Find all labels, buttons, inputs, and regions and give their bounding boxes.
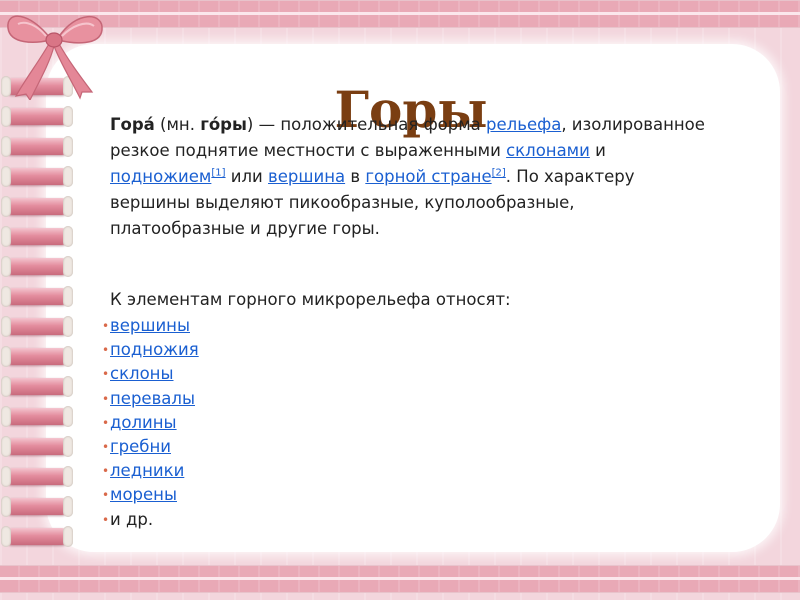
link-relief[interactable]: рельефа bbox=[486, 115, 561, 134]
text-fragment: (мн. bbox=[154, 115, 201, 134]
list-item-link[interactable]: морены bbox=[110, 485, 177, 504]
list-item: •перевалы bbox=[102, 387, 199, 411]
link-foot[interactable]: подножием bbox=[110, 167, 211, 186]
bullet-icon: • bbox=[102, 512, 110, 527]
list-item-link[interactable]: склоны bbox=[110, 364, 174, 383]
bullet-icon: • bbox=[102, 415, 110, 430]
text-fragment: и bbox=[589, 141, 606, 160]
ribbon-loop bbox=[1, 136, 73, 157]
list-item: •долины bbox=[102, 411, 199, 435]
bullet-icon: • bbox=[102, 440, 110, 455]
bullet-icon: • bbox=[102, 367, 110, 382]
link-peak[interactable]: вершина bbox=[268, 167, 345, 186]
ribbon-loop bbox=[1, 526, 73, 547]
bullet-icon: • bbox=[102, 464, 110, 479]
list-item: •ледники bbox=[102, 459, 199, 483]
term-text: Гора́ bbox=[110, 115, 155, 134]
text-fragment: в bbox=[345, 167, 366, 186]
list-item-link[interactable]: подножия bbox=[110, 340, 199, 359]
top-ribbon-band bbox=[0, 0, 800, 28]
bullet-icon: • bbox=[102, 343, 110, 358]
text-fragment: ) — положительная форма bbox=[246, 115, 487, 134]
list-item-text: и др. bbox=[110, 509, 154, 529]
ribbon-loop bbox=[1, 496, 73, 517]
list-item-link[interactable]: гребни bbox=[110, 437, 171, 456]
bullet-icon: • bbox=[102, 391, 110, 406]
list-item: •склоны bbox=[102, 362, 199, 386]
list-item: •морены bbox=[102, 483, 199, 507]
bullet-icon: • bbox=[102, 319, 110, 333]
ribbon-loop bbox=[1, 196, 73, 217]
ribbon-loop bbox=[1, 226, 73, 247]
list-item-link[interactable]: долины bbox=[110, 413, 177, 432]
ribbon-loop bbox=[1, 406, 73, 427]
list-item: •вершины bbox=[102, 314, 199, 338]
ribbon-loop bbox=[1, 376, 73, 397]
list-item-link[interactable]: ледники bbox=[110, 461, 184, 480]
reference-link-2[interactable]: [2] bbox=[492, 168, 506, 179]
list-intro: К элементам горного микрорельефа относят… bbox=[110, 290, 511, 309]
microrelief-list: •вершины •подножия •склоны •перевалы •долины… bbox=[102, 314, 199, 532]
list-item-link[interactable]: перевалы bbox=[110, 389, 195, 408]
bullet-icon: • bbox=[102, 488, 110, 503]
ribbon-loop bbox=[1, 346, 73, 367]
list-item: •гребни bbox=[102, 435, 199, 459]
ribbon-loop bbox=[1, 436, 73, 457]
ribbon-binding bbox=[0, 76, 73, 562]
ribbon-loop bbox=[1, 256, 73, 277]
ribbon-loop bbox=[1, 466, 73, 487]
list-item: •подножия bbox=[102, 338, 199, 362]
reference-link-1[interactable]: [1] bbox=[211, 168, 225, 179]
bottom-ribbon-band bbox=[0, 565, 800, 593]
definition-paragraph: Гора́ (мн. го́ры) — положительная форма … bbox=[110, 112, 710, 242]
ribbon-bow-icon bbox=[7, 15, 103, 100]
ribbon-loop bbox=[1, 106, 73, 127]
link-mountain-country[interactable]: горной стране bbox=[365, 167, 491, 186]
list-item-link[interactable]: вершины bbox=[110, 316, 190, 335]
plural-term: го́ры bbox=[200, 115, 247, 134]
ribbon-loop bbox=[1, 166, 73, 187]
ribbon-loop bbox=[1, 286, 73, 307]
ribbon-loop bbox=[1, 316, 73, 337]
link-slopes[interactable]: склонами bbox=[506, 141, 590, 160]
text-fragment: или bbox=[225, 167, 269, 186]
list-item: •и др. bbox=[102, 508, 199, 532]
